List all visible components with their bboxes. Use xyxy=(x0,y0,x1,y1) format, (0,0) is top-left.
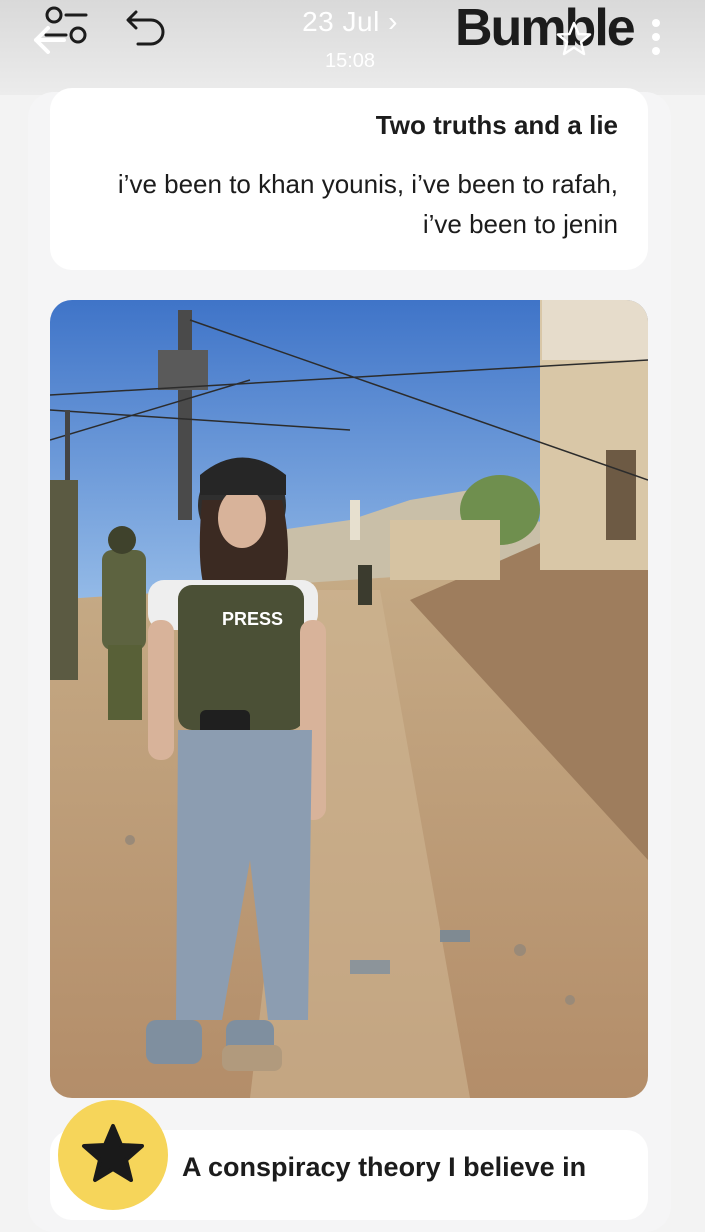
superswipe-button[interactable] xyxy=(58,1100,168,1210)
message-date: 23 Jul › xyxy=(302,6,398,37)
prompt-title: A conspiracy theory I believe in xyxy=(182,1152,587,1182)
brand-logo: Bumble xyxy=(455,0,636,57)
more-vertical-icon[interactable] xyxy=(649,16,663,58)
top-bar: 23 Jul › 15:08 Bumble xyxy=(0,0,705,95)
undo-icon[interactable] xyxy=(124,6,170,48)
prompt-answer: i’ve been to khan younis, i’ve been to r… xyxy=(117,169,618,239)
star-icon xyxy=(82,1124,144,1182)
prompt-card-two-truths: Two truths and a lie i’ve been to khan y… xyxy=(50,88,648,270)
profile-photo[interactable]: PRESS xyxy=(50,300,648,1098)
photo-scene: PRESS xyxy=(50,300,648,1098)
message-time: 15:08 xyxy=(324,50,376,72)
star-outline-icon[interactable] xyxy=(555,20,593,58)
filters-icon[interactable] xyxy=(42,5,90,47)
vest-label: PRESS xyxy=(222,609,283,629)
prompt-title: Two truths and a lie xyxy=(375,110,618,140)
